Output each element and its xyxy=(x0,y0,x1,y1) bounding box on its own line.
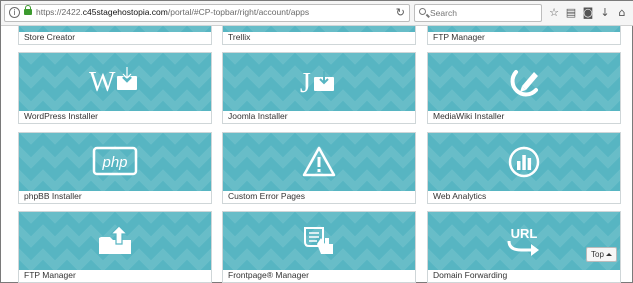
url-text[interactable]: https://2422.c45stagehostopia.com/portal… xyxy=(36,7,309,17)
tile-banner: W xyxy=(19,53,211,111)
app-tile-frontpage-manager[interactable]: Frontpage® Manager xyxy=(222,211,416,283)
tile-label: WordPress Installer xyxy=(24,111,99,121)
star-icon[interactable]: ☆ xyxy=(547,6,561,20)
app-tile-ftp-manager-2[interactable]: FTP Manager xyxy=(18,211,212,283)
search-input[interactable] xyxy=(430,6,535,19)
frontpage-icon xyxy=(304,227,333,254)
app-tile-mediawiki-installer[interactable]: MediaWiki Installer xyxy=(427,52,621,124)
back-to-top-button[interactable]: Top xyxy=(586,247,617,262)
caret-up-icon xyxy=(605,253,612,257)
app-tile-phpbb-installer[interactable]: php phpBB Installer xyxy=(18,132,212,204)
tile-label: Trellix xyxy=(228,32,251,42)
tile-label: FTP Manager xyxy=(24,270,76,280)
tile-label: Domain Forwarding xyxy=(433,270,508,280)
tile-banner: J xyxy=(223,53,415,111)
info-icon[interactable]: i xyxy=(9,7,20,18)
search-box[interactable] xyxy=(414,4,542,22)
tile-banner xyxy=(223,26,415,32)
tile-label: Web Analytics xyxy=(433,191,487,201)
joomla-glyph: J xyxy=(300,68,311,98)
app-tile-trellix[interactable]: Trellix xyxy=(222,25,416,45)
mediawiki-icon xyxy=(510,70,538,97)
analytics-icon xyxy=(508,146,540,178)
url-glyph: URL xyxy=(511,226,538,241)
address-bar[interactable]: i https://2422.c45stagehostopia.com/port… xyxy=(4,4,410,22)
search-icon xyxy=(419,8,426,15)
top-label: Top xyxy=(591,250,604,259)
tile-label: Joomla Installer xyxy=(228,111,288,121)
app-tile-joomla-installer[interactable]: J Joomla Installer xyxy=(222,52,416,124)
app-tile-custom-error-pages[interactable]: Custom Error Pages xyxy=(222,132,416,204)
wordpress-icon: W xyxy=(89,67,137,97)
home-icon[interactable]: ⌂ xyxy=(615,6,629,20)
phpbb-icon: php xyxy=(92,146,138,176)
warning-icon xyxy=(302,146,336,177)
tile-label: Custom Error Pages xyxy=(228,191,305,201)
tile-banner xyxy=(19,212,211,270)
tile-label: phpBB Installer xyxy=(24,191,82,201)
app-tile-store-creator[interactable]: Store Creator xyxy=(18,25,212,45)
tile-label: MediaWiki Installer xyxy=(433,111,505,121)
tile-banner: php xyxy=(19,133,211,191)
reload-icon[interactable]: ↻ xyxy=(396,6,405,19)
url-forward-icon: URL xyxy=(507,226,539,256)
tile-label: Frontpage® Manager xyxy=(228,270,309,280)
tile-label: FTP Manager xyxy=(433,32,485,42)
download-icon[interactable]: ↓ xyxy=(598,6,612,20)
tile-banner xyxy=(428,133,620,191)
joomla-icon: J xyxy=(300,68,334,98)
app-tile-web-analytics[interactable]: Web Analytics xyxy=(427,132,621,204)
tile-banner xyxy=(223,133,415,191)
upload-folder-icon xyxy=(99,225,131,254)
browser-toolbar: i https://2422.c45stagehostopia.com/port… xyxy=(1,1,633,26)
lock-icon xyxy=(24,5,32,15)
reading-list-icon[interactable]: ▤ xyxy=(564,6,578,20)
wordpress-glyph: W xyxy=(89,67,116,97)
app-tile-wordpress-installer[interactable]: W WordPress Installer xyxy=(18,52,212,124)
tile-label: Store Creator xyxy=(24,32,76,42)
tile-banner xyxy=(428,53,620,111)
pocket-icon[interactable]: ◙ xyxy=(581,6,595,20)
phpbb-glyph: php xyxy=(101,154,127,171)
app-tile-ftp-manager[interactable]: FTP Manager xyxy=(427,25,621,45)
tile-banner xyxy=(223,212,415,270)
